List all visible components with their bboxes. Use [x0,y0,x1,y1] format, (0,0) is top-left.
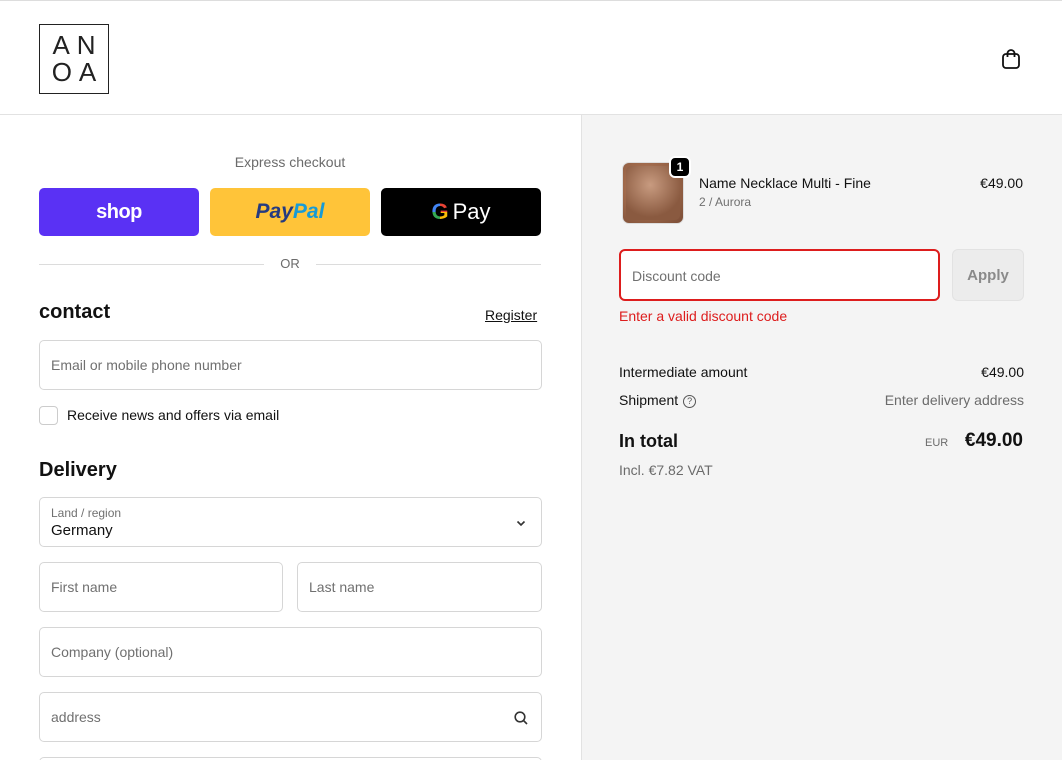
address-placeholder: address [51,709,101,725]
shipping-label: Shipment [619,392,679,408]
shipping-value: Enter delivery address [884,392,1024,408]
checkout-header: AN OA [0,0,1062,115]
apply-discount-button[interactable]: Apply [952,249,1024,301]
paypal-label-pal: Pal [292,200,325,223]
product-variant: 2 / Aurora [699,195,752,209]
email-placeholder: Email or mobile phone number [51,357,242,373]
contact-title: contact [39,301,111,323]
shipping-row: Shipment? Enter delivery address [619,392,1024,408]
last-name-placeholder: Last name [309,579,375,595]
country-value: Germany [51,522,113,539]
google-g-icon: G [431,199,449,224]
subtotal-label: Intermediate amount [619,364,748,380]
company-field[interactable]: Company (optional) [39,627,542,677]
order-summary: 1 Name Necklace Multi - Fine 2 / Aurora … [581,115,1062,760]
company-placeholder: Company (optional) [51,644,174,660]
last-name-field[interactable]: Last name [297,562,542,612]
subtotal-value: €49.00 [981,364,1024,380]
or-label: OR [280,256,300,271]
store-logo[interactable]: AN OA [39,24,109,94]
newsletter-checkbox[interactable] [39,406,58,425]
logo-line-1: AN [52,30,103,60]
search-icon [514,711,528,725]
discount-placeholder: Discount code [632,268,721,284]
register-link[interactable]: Register [485,307,537,323]
total-currency: EUR [925,437,949,449]
shopping-bag-icon[interactable] [999,47,1023,71]
discount-error: Enter a valid discount code [619,308,788,324]
country-label: Land / region [51,506,122,520]
quantity-badge: 1 [669,156,691,178]
chevron-down-icon [516,520,526,527]
email-field[interactable]: Email or mobile phone number [39,340,542,390]
vat-note: Incl. €7.82 VAT [619,462,713,478]
first-name-placeholder: First name [51,579,118,595]
google-pay-button[interactable]: G Pay [381,188,541,236]
country-select[interactable]: Land / region Germany [39,497,542,547]
delivery-title: Delivery [39,459,117,481]
total-value: €49.00 [964,430,1023,451]
express-checkout-label: Express checkout [234,154,346,170]
total-label: In total [619,431,678,451]
paypal-label-pay: Pay [255,200,293,223]
logo-line-2: OA [51,57,104,87]
subtotal-row: Intermediate amount €49.00 [619,364,1024,380]
shop-pay-label: shop [96,200,142,223]
or-divider: OR [39,255,541,273]
product-price: €49.00 [980,175,1023,191]
first-name-field[interactable]: First name [39,562,283,612]
discount-code-input[interactable]: Discount code [619,249,940,301]
shop-pay-button[interactable]: shop [39,188,199,236]
checkout-form: Express checkout shop Pay Pal G Pay OR co… [0,115,581,760]
paypal-button[interactable]: Pay Pal [210,188,370,236]
google-pay-label: Pay [452,199,491,224]
address-field[interactable]: address [39,692,542,742]
help-icon[interactable]: ? [683,394,697,408]
newsletter-label: Receive news and offers via email [67,407,280,423]
product-name: Name Necklace Multi - Fine [699,175,871,191]
